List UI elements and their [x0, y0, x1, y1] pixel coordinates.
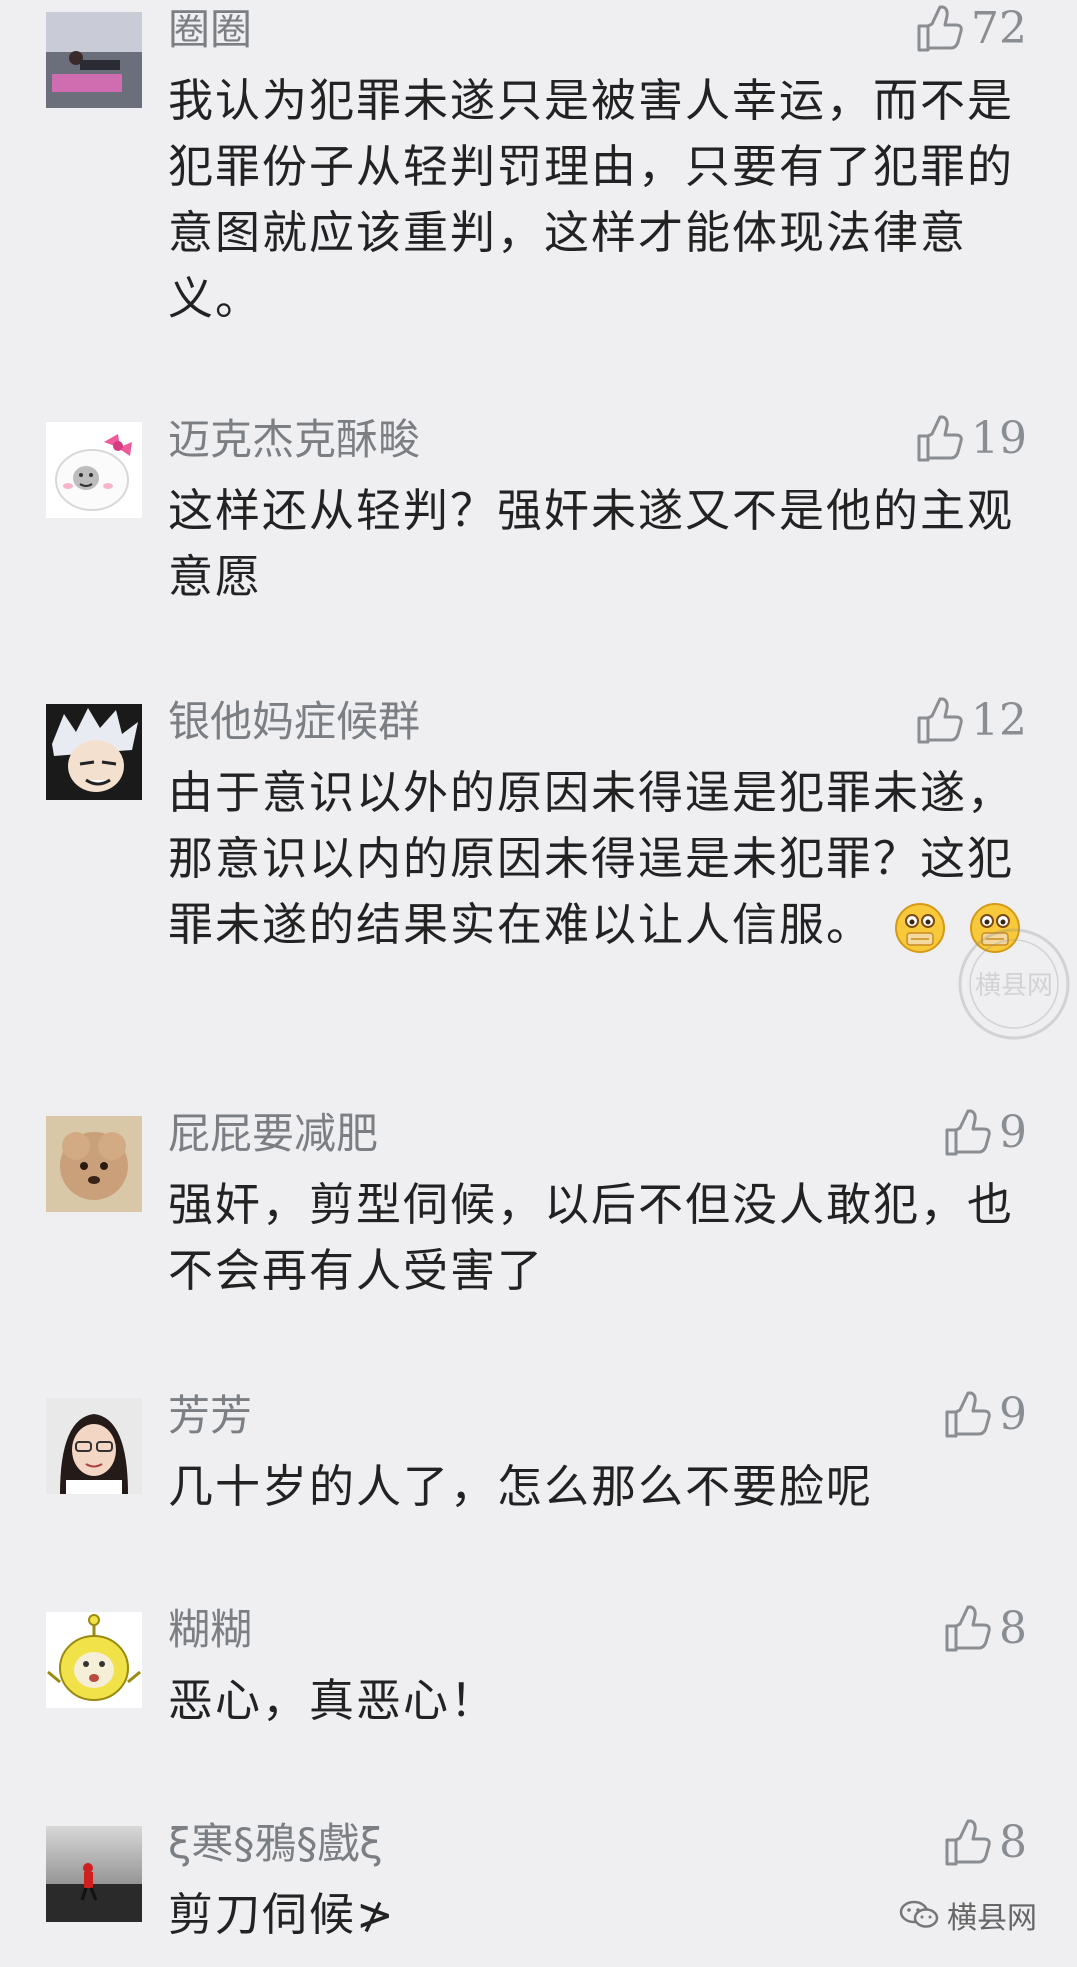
- wechat-official-account-icon: [899, 1900, 939, 1928]
- avatar[interactable]: [46, 1826, 142, 1922]
- thumbs-up-icon: [917, 697, 963, 744]
- comment-text: 恶心，真恶心！: [168, 1674, 498, 1727]
- comment-text-body: 由于意识以外的原因未得逞是犯罪未遂，那意识以内的原因未得逞是未犯罪？这犯罪未遂的…: [168, 766, 1015, 951]
- comment-text: 强奸，剪型伺候，以后不但没人敢犯，也不会再有人受害了: [168, 1178, 1015, 1297]
- like-count: 12: [971, 695, 1027, 746]
- avatar[interactable]: [46, 1398, 142, 1494]
- watermark-stamp: 横县网: [956, 926, 1072, 1046]
- like-button[interactable]: 9: [943, 1386, 1027, 1444]
- comment-text: 这样还从轻判？强奸未遂又不是他的主观意愿: [168, 484, 1015, 603]
- like-count: 9: [999, 1107, 1027, 1158]
- avatar[interactable]: [46, 1116, 142, 1212]
- comment-text: 由于意识以外的原因未得逞是犯罪未遂，那意识以内的原因未得逞是未犯罪？这犯罪未遂的…: [168, 760, 1028, 958]
- thumbs-up-icon: [945, 1391, 991, 1438]
- user-name[interactable]: 糊糊: [168, 1602, 252, 1658]
- thumbs-up-icon: [945, 1605, 991, 1652]
- like-button[interactable]: 8: [943, 1600, 1027, 1658]
- thumbs-up-icon: [945, 1109, 991, 1156]
- like-button[interactable]: 8: [943, 1814, 1027, 1872]
- like-button[interactable]: 19: [915, 410, 1027, 468]
- user-name[interactable]: 圈圈: [168, 2, 252, 58]
- footer-brand: 横县网: [899, 1893, 1037, 1937]
- like-button[interactable]: 72: [915, 0, 1027, 58]
- avatar[interactable]: [46, 1612, 142, 1708]
- user-name[interactable]: ξ寒§鴉§戲ξ: [168, 1816, 383, 1872]
- like-button[interactable]: 9: [943, 1104, 1027, 1162]
- avatar[interactable]: [46, 422, 142, 518]
- shush-face-emoji-icon: [895, 903, 946, 953]
- user-name[interactable]: 迈克杰克酥畯: [168, 412, 420, 468]
- comment-text: 几十岁的人了，怎么那么不要脸呢: [168, 1460, 874, 1513]
- like-count: 8: [999, 1817, 1027, 1868]
- like-button[interactable]: 12: [915, 692, 1027, 750]
- avatar[interactable]: [46, 704, 142, 800]
- comment-text: 我认为犯罪未遂只是被害人幸运，而不是犯罪份子从轻判罚理由，只要有了犯罪的意图就应…: [168, 74, 1015, 325]
- like-count: 8: [999, 1603, 1027, 1654]
- watermark-text: 横县网: [975, 971, 1053, 1001]
- avatar[interactable]: [46, 12, 142, 108]
- like-count: 9: [999, 1389, 1027, 1440]
- user-name[interactable]: 芳芳: [168, 1388, 252, 1444]
- thumbs-up-icon: [917, 415, 963, 462]
- thumbs-up-icon: [945, 1819, 991, 1866]
- footer-brand-label: 横县网: [947, 1901, 1037, 1936]
- like-count: 72: [971, 3, 1027, 54]
- user-name[interactable]: 屁屁要减肥: [168, 1106, 378, 1162]
- like-count: 19: [971, 413, 1027, 464]
- thumbs-up-icon: [917, 5, 963, 52]
- user-name[interactable]: 银他妈症候群: [168, 694, 420, 750]
